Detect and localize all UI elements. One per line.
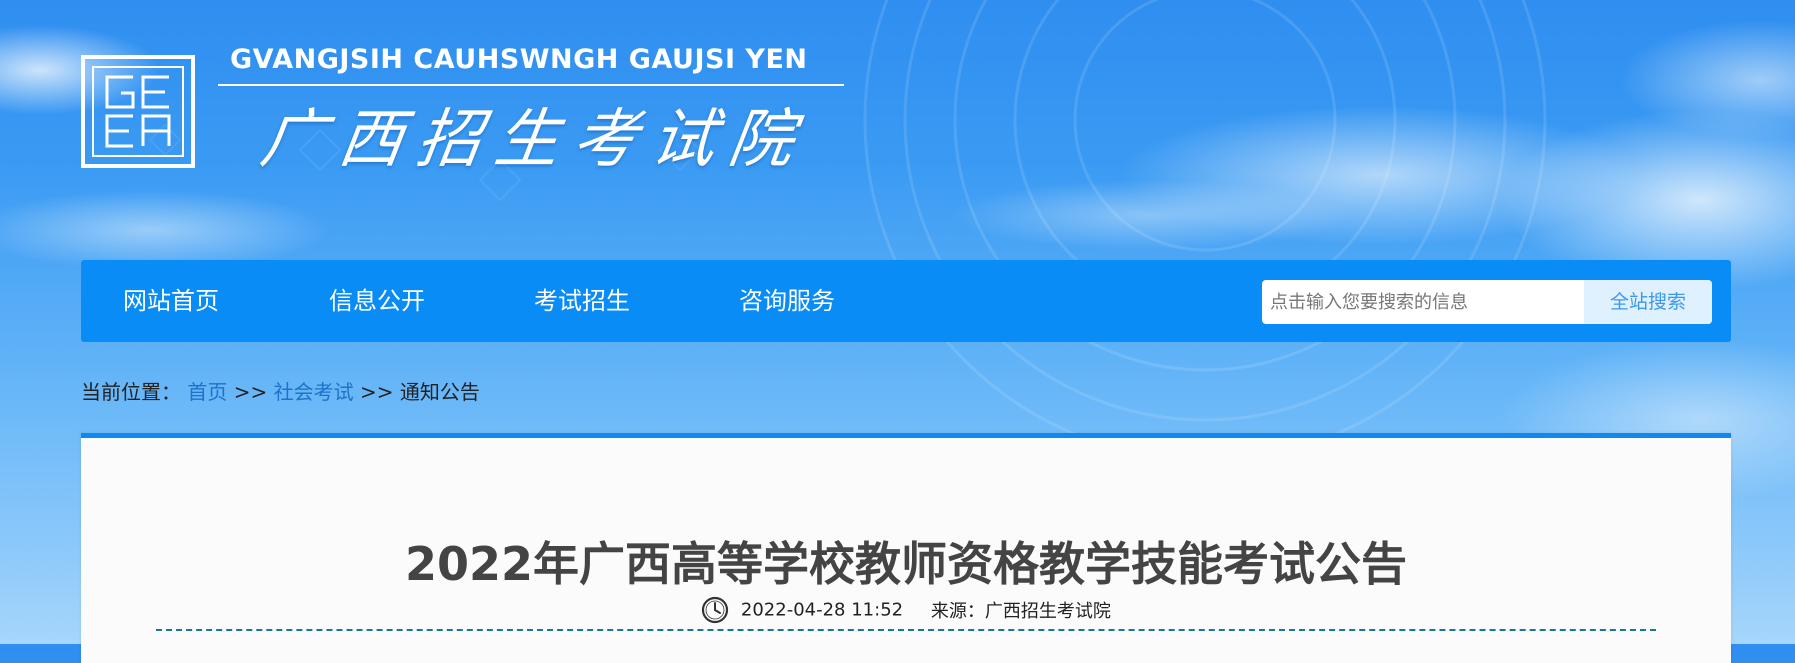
breadcrumb-category-link[interactable]: 社会考试 [274, 380, 354, 404]
pinyin-title: GVANGJSIH CAUHSWNGH GAUJSI YEN [230, 44, 808, 75]
breadcrumb-separator: >> [233, 380, 274, 404]
article-source-label: 来源： [930, 601, 985, 622]
title-dashed-divider [156, 629, 1656, 631]
search-box: 全站搜索 [1262, 280, 1712, 324]
nav-item-home[interactable]: 网站首页 [123, 260, 219, 342]
breadcrumb-home-link[interactable]: 首页 [187, 380, 227, 404]
search-input[interactable] [1262, 280, 1584, 324]
breadcrumb-separator: >> [359, 380, 400, 404]
clock-icon [702, 596, 729, 624]
article-title: 2022年广西高等学校教师资格教学技能考试公告 [404, 537, 1408, 591]
article-meta: 2022-04-28 11:52 来源：广西招生考试院 [81, 596, 1731, 624]
breadcrumb-prefix: 当前位置： [81, 380, 181, 404]
breadcrumb: 当前位置： 首页 >> 社会考试 >> 通知公告 [81, 376, 480, 405]
title-divider [218, 84, 844, 86]
article-source: 广西招生考试院 [984, 601, 1111, 622]
nav-item-consulting[interactable]: 咨询服务 [739, 260, 835, 342]
site-title: 广西招生考试院 [255, 103, 813, 177]
article-panel: 2022年广西高等学校教师资格教学技能考试公告 2022-04-28 11:52… [81, 433, 1731, 663]
logo-icon[interactable] [81, 55, 195, 168]
search-button[interactable]: 全站搜索 [1584, 280, 1712, 324]
article-datetime: 2022-04-28 11:52 [740, 599, 904, 621]
nav-item-exams-admissions[interactable]: 考试招生 [534, 260, 630, 342]
nav-item-info-disclosure[interactable]: 信息公开 [329, 260, 425, 342]
breadcrumb-current: 通知公告 [399, 380, 480, 404]
